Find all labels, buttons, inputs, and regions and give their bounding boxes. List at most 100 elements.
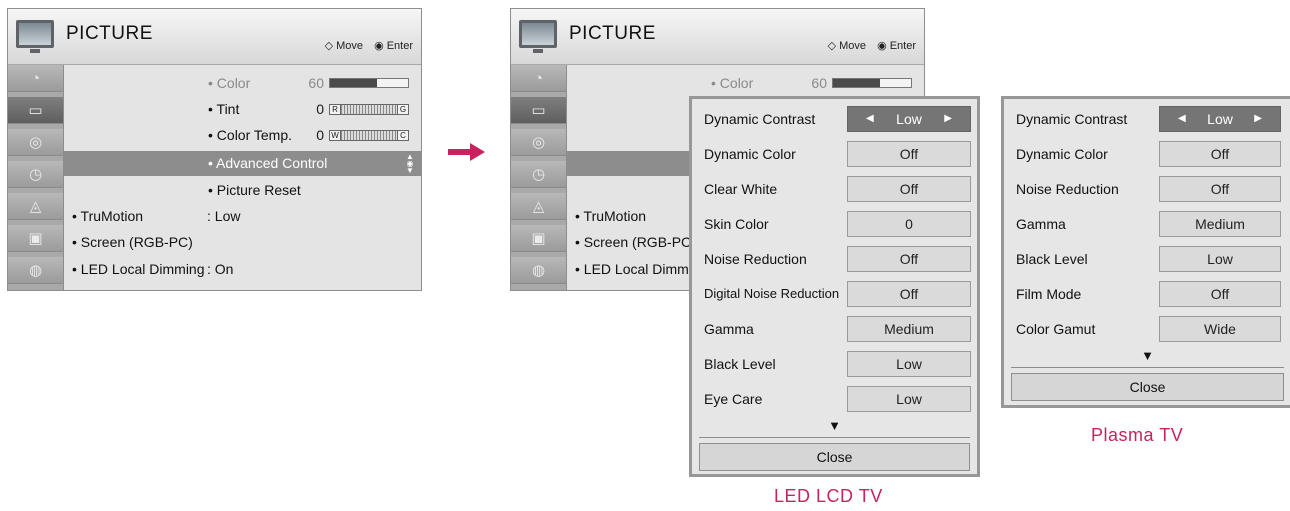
picture-icon[interactable]: ▭: [8, 97, 63, 124]
led-local-dimming-item[interactable]: • LED Local Dimm: [575, 261, 689, 277]
option-row: Black Level Low: [1004, 242, 1290, 277]
network-icon[interactable]: ◍: [8, 257, 63, 284]
color-level-fill: [833, 79, 880, 87]
enter-hint: Enter: [386, 40, 413, 52]
trumotion-item[interactable]: • TruMotion: [575, 208, 646, 224]
option-row: Dynamic Color Off: [1004, 137, 1290, 172]
lock-icon[interactable]: ◬: [8, 193, 63, 220]
led-local-dimming-value: : On: [207, 261, 234, 277]
option-value-button[interactable]: ◀ Low ▶: [1159, 106, 1281, 132]
tint-item[interactable]: • Tint: [208, 101, 239, 117]
trumotion-item[interactable]: • TruMotion: [72, 208, 143, 224]
option-label: Color Gamut: [1016, 321, 1096, 337]
option-label: Film Mode: [1016, 286, 1082, 302]
option-value-button[interactable]: Wide: [1159, 316, 1281, 342]
option-row: Gamma Medium: [692, 312, 977, 347]
option-label: Dynamic Contrast: [1016, 111, 1128, 127]
close-button[interactable]: Close: [699, 443, 970, 471]
option-label: Gamma: [704, 321, 754, 337]
plasma-caption: Plasma TV: [1091, 425, 1184, 445]
option-value-button[interactable]: Low: [847, 351, 971, 377]
enter-icon: ◉: [877, 40, 887, 52]
advanced-control-label: • Advanced Control: [208, 155, 328, 171]
color-level-fill: [330, 79, 377, 87]
led-local-dimming-item[interactable]: • LED Local Dimming: [72, 261, 205, 277]
menu-header: PICTURE ◇ Move ◉ Enter: [8, 9, 421, 65]
option-value-button[interactable]: 0: [847, 211, 971, 237]
option-row: Dynamic Contrast ◀ Low ▶: [692, 102, 977, 137]
option-row: Digital Noise Reduction Off: [692, 277, 977, 312]
tint-right-label: G: [397, 104, 409, 115]
speaker-icon[interactable]: ◎: [511, 129, 566, 156]
color-item[interactable]: • Color: [711, 75, 753, 91]
color-temp-item[interactable]: • Color Temp.: [208, 127, 292, 143]
category-sidebar: ◔ ▭ ◎ ◷ ◬ ▣ ◍: [8, 65, 64, 290]
up-down-icon: ▲ ◉ ▼: [406, 152, 414, 175]
option-value-button[interactable]: Off: [1159, 281, 1281, 307]
option-row: Dynamic Contrast ◀ Low ▶: [1004, 102, 1290, 137]
network-icon[interactable]: ◍: [511, 257, 566, 284]
color-item[interactable]: • Color: [208, 75, 250, 91]
menu-title: PICTURE: [569, 23, 656, 44]
lock-icon[interactable]: ◬: [511, 193, 566, 220]
picture-menu-left: PICTURE ◇ Move ◉ Enter ◔ ▭ ◎ ◷ ◬ ▣ ◍ • Col…: [7, 8, 422, 291]
arrow-right-icon[interactable]: ▶: [944, 107, 952, 131]
arrow-left-icon[interactable]: ◀: [1178, 107, 1186, 131]
option-value-button[interactable]: ◀ Low ▶: [847, 106, 971, 132]
option-value-button[interactable]: Off: [847, 246, 971, 272]
divider: [1011, 367, 1284, 368]
option-value-button[interactable]: Off: [1159, 141, 1281, 167]
arrow-right-icon[interactable]: ▶: [1254, 107, 1262, 131]
option-value-button[interactable]: Off: [847, 176, 971, 202]
clock-icon[interactable]: ◷: [8, 161, 63, 188]
advanced-control-item[interactable]: • Advanced Control ▲ ◉ ▼: [64, 151, 421, 176]
tv-icon: [16, 20, 54, 53]
option-label: Skin Color: [704, 216, 769, 232]
scroll-down-icon[interactable]: ▼: [692, 418, 977, 433]
option-label: Digital Noise Reduction: [704, 286, 840, 301]
arrow-left-icon[interactable]: ◀: [866, 107, 874, 131]
color-value: 60: [811, 75, 827, 91]
picture-icon[interactable]: ▭: [511, 97, 566, 124]
option-label: Eye Care: [704, 391, 763, 407]
close-button[interactable]: Close: [1011, 373, 1284, 401]
option-value-button[interactable]: Low: [1159, 246, 1281, 272]
color-temp-value: 0: [316, 127, 324, 143]
screen-item[interactable]: • Screen (RGB-PC: [575, 234, 691, 250]
move-arrows-icon: ◇: [827, 40, 837, 52]
move-hint: Move: [839, 40, 867, 52]
clock-icon[interactable]: ◷: [511, 161, 566, 188]
option-row: Eye Care Low: [692, 382, 977, 417]
satellite-dish-icon[interactable]: ◔: [511, 65, 566, 92]
option-row: Noise Reduction Off: [692, 242, 977, 277]
menu-body: • Color 60 • Tint 0 RG • Color Temp. 0 W…: [64, 65, 421, 290]
option-icon[interactable]: ▣: [8, 225, 63, 252]
move-hint: Move: [336, 40, 364, 52]
enter-hint: Enter: [889, 40, 916, 52]
picture-reset-item[interactable]: • Picture Reset: [208, 182, 301, 198]
option-value-button[interactable]: Off: [1159, 176, 1281, 202]
option-label: Dynamic Contrast: [704, 111, 816, 127]
color-value: 60: [308, 75, 324, 91]
speaker-icon[interactable]: ◎: [8, 129, 63, 156]
led-lcd-caption: LED LCD TV: [774, 486, 883, 506]
color-level-bar: [329, 78, 409, 88]
option-value-button[interactable]: Off: [847, 141, 971, 167]
option-row: Gamma Medium: [1004, 207, 1290, 242]
tint-value: 0: [316, 101, 324, 117]
color-temp-left-label: W: [329, 130, 341, 141]
option-row: Dynamic Color Off: [692, 137, 977, 172]
tv-icon: [519, 20, 557, 53]
option-value-button[interactable]: Medium: [847, 316, 971, 342]
option-label: Black Level: [1016, 251, 1088, 267]
option-value-button[interactable]: Medium: [1159, 211, 1281, 237]
navigation-hint: ◇ Move ◉ Enter: [322, 39, 413, 52]
divider: [699, 437, 970, 438]
satellite-dish-icon[interactable]: ◔: [8, 65, 63, 92]
option-value-button[interactable]: Off: [847, 281, 971, 307]
scroll-down-icon[interactable]: ▼: [1004, 348, 1290, 363]
option-icon[interactable]: ▣: [511, 225, 566, 252]
navigation-hint: ◇ Move ◉ Enter: [825, 39, 916, 52]
screen-item[interactable]: • Screen (RGB-PC): [72, 234, 193, 250]
option-value-button[interactable]: Low: [847, 386, 971, 412]
